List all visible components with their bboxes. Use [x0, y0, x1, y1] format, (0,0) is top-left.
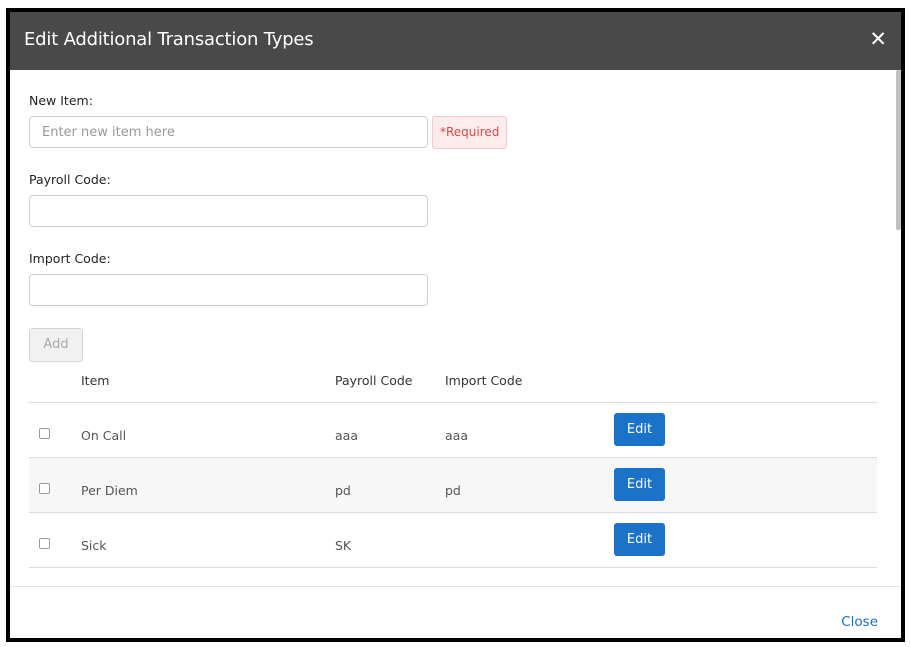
table-row: Sick SK Edit [29, 512, 877, 567]
row-checkbox[interactable] [39, 428, 50, 439]
edit-transaction-types-dialog: Edit Additional Transaction Types ✕ New … [6, 8, 905, 642]
row-import-code: aaa [445, 428, 468, 443]
dialog-footer: Close [10, 586, 901, 638]
payroll-code-label: Payroll Code: [29, 172, 111, 187]
row-item: On Call [81, 428, 127, 443]
column-header-import-code: Import Code [445, 373, 523, 388]
edit-button[interactable]: Edit [614, 523, 665, 556]
edit-button[interactable]: Edit [614, 413, 665, 446]
row-import-code: pd [445, 483, 461, 498]
row-payroll-code: SK [335, 538, 352, 553]
required-badge: *Required [432, 116, 508, 149]
column-header-payroll-code: Payroll Code [335, 373, 413, 388]
table-divider [29, 567, 877, 568]
row-checkbox[interactable] [39, 483, 50, 494]
add-button[interactable]: Add [29, 328, 83, 362]
payroll-code-input[interactable] [29, 195, 428, 227]
new-item-label: New Item: [29, 93, 93, 108]
import-code-input[interactable] [29, 274, 428, 306]
column-header-item: Item [81, 373, 110, 388]
new-item-input[interactable] [29, 116, 428, 148]
dialog-body: New Item: *Required Payroll Code: Import… [10, 70, 901, 586]
row-item: Per Diem [81, 483, 138, 498]
row-checkbox[interactable] [39, 538, 50, 549]
edit-button[interactable]: Edit [614, 468, 665, 501]
scrollbar-thumb[interactable] [896, 70, 901, 230]
row-payroll-code: aaa [335, 428, 358, 443]
dialog-header: Edit Additional Transaction Types ✕ [10, 12, 901, 70]
dialog-title: Edit Additional Transaction Types [24, 29, 314, 50]
row-item: Sick [81, 538, 107, 553]
import-code-label: Import Code: [29, 251, 111, 266]
row-payroll-code: pd [335, 483, 351, 498]
table-row: Per Diem pd pd Edit [29, 457, 877, 512]
table-row: On Call aaa aaa Edit [29, 402, 877, 457]
close-icon[interactable]: ✕ [869, 26, 887, 52]
close-button[interactable]: Close [841, 614, 878, 630]
